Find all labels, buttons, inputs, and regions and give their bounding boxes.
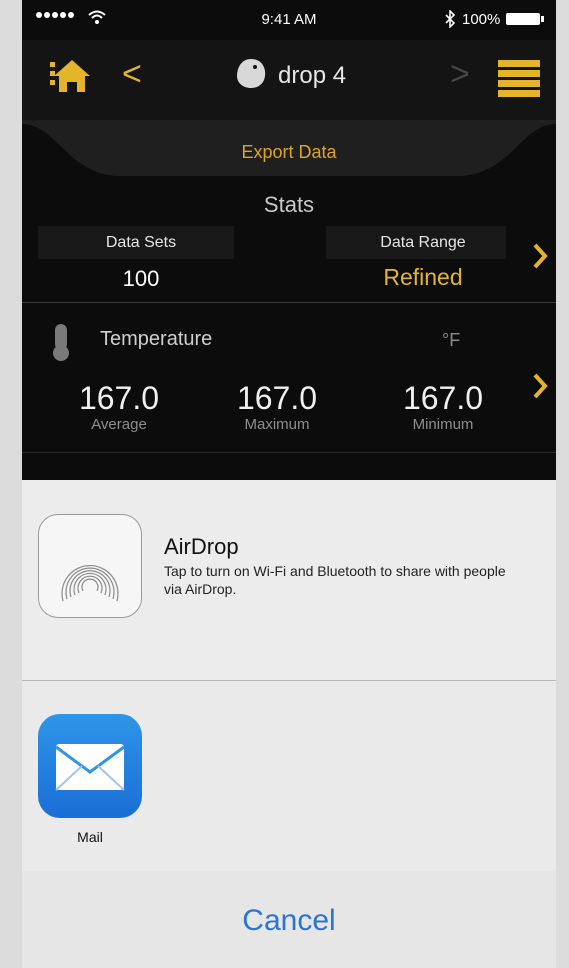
maximum-value: 167.0	[236, 380, 318, 416]
battery-tip	[541, 16, 544, 22]
next-device-button[interactable]: >	[450, 54, 470, 94]
maximum-label: Maximum	[244, 416, 310, 433]
minimum-label: Minimum	[412, 416, 474, 433]
battery-percent: 100%	[462, 11, 501, 28]
device-name[interactable]: drop 4	[278, 62, 346, 90]
divider	[22, 302, 556, 303]
drop-device-icon	[237, 59, 266, 88]
divider	[22, 452, 556, 453]
temperature-label: Temperature	[100, 328, 213, 350]
cancel-button[interactable]: Cancel	[22, 904, 556, 938]
airdrop-title: AirDrop	[164, 534, 239, 559]
previous-device-button[interactable]: <	[122, 54, 142, 94]
battery-icon	[506, 13, 540, 25]
chevron-right-icon[interactable]	[532, 372, 548, 400]
average-label: Average	[91, 416, 147, 433]
stats-title: Stats	[263, 192, 315, 217]
airdrop-description: Tap to turn on Wi-Fi and Bluetooth to sh…	[164, 563, 506, 597]
status-bar: 9:41 AM 100%	[22, 0, 556, 40]
data-sets-label: Data Sets	[105, 234, 177, 251]
airdrop-waves-icon	[61, 564, 119, 602]
nav-bar: < drop 4 >	[22, 40, 556, 120]
bluetooth-icon	[445, 10, 456, 28]
export-data-button[interactable]: Export Data	[22, 142, 556, 163]
chevron-right-icon[interactable]	[532, 242, 548, 270]
minimum-value: 167.0	[402, 380, 484, 416]
data-range-label: Data Range	[380, 234, 466, 251]
data-range-value[interactable]: Refined	[338, 264, 508, 291]
menu-icon[interactable]	[498, 60, 540, 98]
mail-icon	[55, 744, 125, 791]
airdrop-icon[interactable]	[38, 514, 142, 618]
data-sets-value: 100	[122, 266, 160, 291]
thermometer-icon	[53, 324, 69, 361]
temperature-unit: °F	[442, 330, 461, 350]
mail-app-button[interactable]	[38, 714, 142, 818]
phone-screen: 9:41 AM 100% < drop 4 > Export Data Stat…	[22, 0, 556, 968]
mail-app-label: Mail	[77, 829, 103, 845]
average-value: 167.0	[78, 380, 160, 416]
home-icon[interactable]	[50, 56, 94, 96]
